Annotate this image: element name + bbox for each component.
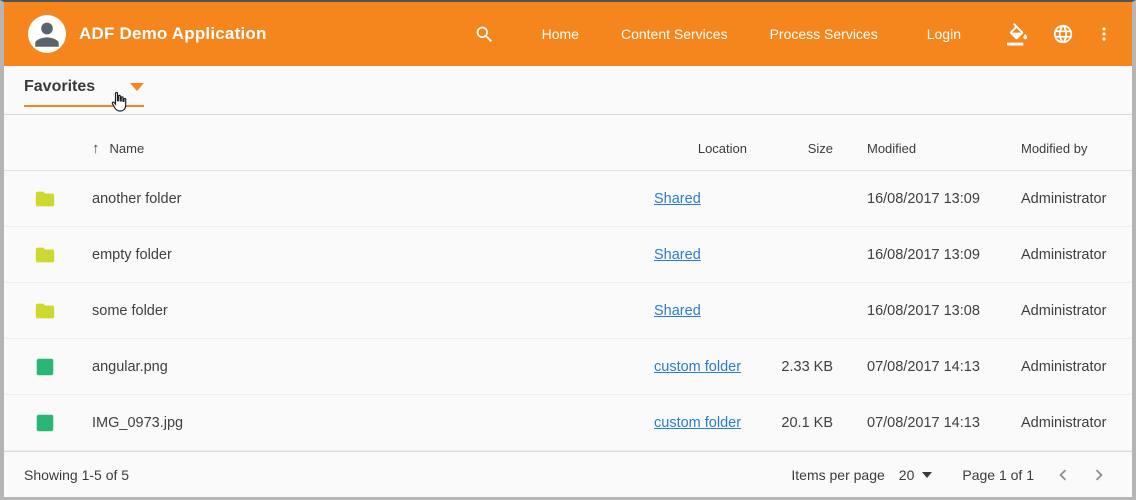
- nav-item-home[interactable]: Home: [521, 26, 600, 42]
- more-vert-icon[interactable]: [1094, 24, 1114, 44]
- favorites-dropdown-label: Favorites: [24, 78, 95, 96]
- showing-range-label: Showing 1-5 of 5: [24, 467, 129, 483]
- location-link[interactable]: Shared: [654, 191, 701, 207]
- person-icon: [30, 17, 64, 51]
- modified-date: 16/08/2017 13:09: [839, 247, 989, 263]
- modified-by: Administrator: [989, 303, 1132, 319]
- image-file-icon: [34, 356, 56, 378]
- app-header: ADF Demo Application Home Content Servic…: [4, 2, 1132, 66]
- nav-item-content-services[interactable]: Content Services: [600, 26, 749, 42]
- modified-by: Administrator: [989, 247, 1132, 263]
- items-per-page-select[interactable]: 20: [899, 467, 933, 483]
- previous-page-button[interactable]: [1052, 464, 1074, 486]
- table-row[interactable]: some folder Shared 16/08/2017 13:08 Admi…: [4, 283, 1132, 339]
- file-size: 20.1 KB: [759, 415, 839, 431]
- folder-icon: [34, 188, 56, 210]
- location-link[interactable]: Shared: [654, 247, 701, 263]
- language-globe-icon[interactable]: [1052, 23, 1074, 45]
- table-row[interactable]: angular.png custom folder 2.33 KB 07/08/…: [4, 339, 1132, 395]
- folder-icon: [34, 300, 56, 322]
- paginator-controls: Items per page 20 Page 1 of 1: [791, 464, 1116, 486]
- table-header-row: ↑ Name Location Size Modified Modified b…: [4, 127, 1132, 171]
- chevron-down-icon: [922, 472, 932, 478]
- file-name[interactable]: some folder: [92, 303, 644, 319]
- documents-table: ↑ Name Location Size Modified Modified b…: [4, 115, 1132, 451]
- folder-icon: [34, 244, 56, 266]
- search-icon[interactable]: [474, 24, 495, 45]
- sort-asc-icon: ↑: [92, 141, 100, 156]
- table-row[interactable]: IMG_0973.jpg custom folder 20.1 KB 07/08…: [4, 395, 1132, 451]
- location-link[interactable]: custom folder: [654, 415, 741, 431]
- table-row[interactable]: another folder Shared 16/08/2017 13:09 A…: [4, 171, 1132, 227]
- header-actions: Home Content Services Process Services L…: [474, 23, 1118, 46]
- view-selector-strip: Favorites: [4, 66, 1132, 115]
- avatar[interactable]: [28, 15, 66, 53]
- file-name[interactable]: another folder: [92, 191, 644, 207]
- modified-date: 16/08/2017 13:09: [839, 191, 989, 207]
- file-size: 2.33 KB: [759, 359, 839, 375]
- column-header-modified[interactable]: Modified: [839, 141, 989, 156]
- next-page-button[interactable]: [1088, 464, 1110, 486]
- table-row[interactable]: empty folder Shared 16/08/2017 13:09 Adm…: [4, 227, 1132, 283]
- app-title: ADF Demo Application: [79, 24, 267, 44]
- nav-item-login[interactable]: Login: [899, 26, 989, 42]
- items-per-page-label: Items per page: [791, 467, 884, 483]
- paginator: Showing 1-5 of 5 Items per page 20 Page …: [4, 451, 1132, 497]
- modified-date: 16/08/2017 13:08: [839, 303, 989, 319]
- image-file-icon: [34, 412, 56, 434]
- modified-date: 07/08/2017 14:13: [839, 359, 989, 375]
- app-window: ADF Demo Application Home Content Servic…: [0, 0, 1136, 500]
- modified-date: 07/08/2017 14:13: [839, 415, 989, 431]
- file-name[interactable]: IMG_0973.jpg: [92, 415, 644, 431]
- location-link[interactable]: custom folder: [654, 359, 741, 375]
- location-link[interactable]: Shared: [654, 303, 701, 319]
- column-header-location[interactable]: Location: [644, 141, 759, 156]
- page-status-label: Page 1 of 1: [962, 467, 1034, 483]
- nav-item-process-services[interactable]: Process Services: [749, 26, 899, 42]
- modified-by: Administrator: [989, 191, 1132, 207]
- file-name[interactable]: angular.png: [92, 359, 644, 375]
- column-header-size[interactable]: Size: [759, 141, 839, 156]
- file-name[interactable]: empty folder: [92, 247, 644, 263]
- column-header-modified-by[interactable]: Modified by: [989, 141, 1132, 156]
- column-header-name[interactable]: ↑ Name: [92, 141, 644, 156]
- favorites-dropdown[interactable]: Favorites: [24, 78, 144, 107]
- color-fill-icon[interactable]: [1007, 23, 1030, 46]
- modified-by: Administrator: [989, 359, 1132, 375]
- chevron-down-icon: [130, 83, 144, 91]
- modified-by: Administrator: [989, 415, 1132, 431]
